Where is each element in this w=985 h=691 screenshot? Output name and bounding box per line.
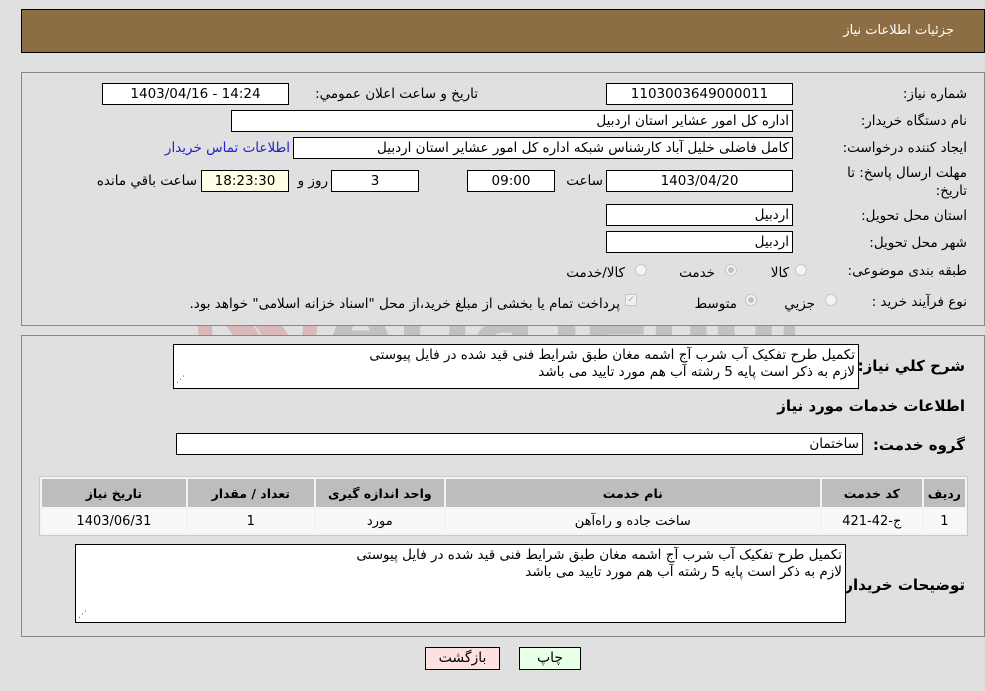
treasury-checkbox[interactable]: ✓ bbox=[625, 294, 637, 306]
process-label: نوع فرآیند خرید : bbox=[871, 294, 967, 310]
category-radio-goods-service[interactable] bbox=[635, 264, 647, 276]
remaining-label: ساعت باقي مانده bbox=[96, 173, 197, 189]
announce-field: 1403/04/16 - 14:24 bbox=[102, 83, 289, 105]
cell-quantity: 1 bbox=[187, 509, 314, 533]
services-table: رديف کد خدمت نام خدمت واحد اندازه گیری ت… bbox=[39, 476, 968, 536]
province-label: استان محل تحویل: bbox=[861, 208, 967, 224]
col-service-code: کد خدمت bbox=[821, 479, 922, 507]
col-quantity: تعداد / مقدار bbox=[187, 479, 314, 507]
services-section-title: اطلاعات خدمات مورد نياز bbox=[777, 397, 965, 415]
service-group-label: گروه خدمت: bbox=[872, 436, 965, 454]
back-button[interactable]: بازگشت bbox=[425, 647, 500, 670]
buyer-org-label: نام دستگاه خریدار: bbox=[860, 113, 967, 129]
deadline-time-label: ساعت bbox=[566, 173, 603, 189]
deadline-time-field: 09:00 bbox=[467, 170, 555, 192]
need-number-label: شماره نیاز: bbox=[902, 86, 967, 102]
description-textarea[interactable]: تکمیل طرح تفکیک آب شرب آج اشمه مغان طبق … bbox=[173, 344, 859, 389]
province-field: اردبیل bbox=[606, 204, 793, 226]
city-label: شهر محل تحویل: bbox=[869, 235, 967, 251]
col-unit: واحد اندازه گیری bbox=[315, 479, 444, 507]
buyer-contact-link[interactable]: اطلاعات تماس خریدار bbox=[157, 140, 290, 156]
table-header-row: رديف کد خدمت نام خدمت واحد اندازه گیری ت… bbox=[42, 479, 965, 507]
table-row: 1 ج-42-421 ساخت جاده و راه‌آهن مورد 1 14… bbox=[42, 509, 965, 533]
deadline-label-line2: تاریخ: bbox=[935, 183, 967, 199]
remaining-time-field: 18:23:30 bbox=[201, 170, 289, 192]
need-number-field: 1103003649000011 bbox=[606, 83, 793, 105]
days-label: روز و bbox=[297, 173, 328, 189]
col-row-number: رديف bbox=[923, 479, 965, 507]
buyer-notes-label: توضيحات خريدار: bbox=[838, 576, 965, 594]
cell-unit: مورد bbox=[315, 509, 444, 533]
cell-service-code: ج-42-421 bbox=[821, 509, 922, 533]
deadline-date-field: 1403/04/20 bbox=[606, 170, 793, 192]
creator-field: کامل فاضلی خلیل آباد کارشناس شبکه اداره … bbox=[293, 137, 793, 159]
cell-row-number: 1 bbox=[923, 509, 965, 533]
treasury-note: پرداخت تمام یا بخشی از مبلغ خرید،از محل … bbox=[189, 296, 620, 312]
page-title: جزئيات اطلاعات نياز bbox=[843, 23, 954, 38]
service-group-field: ساختمان bbox=[176, 433, 863, 455]
col-service-name: نام خدمت bbox=[445, 479, 820, 507]
buyer-notes-textarea[interactable]: تکمیل طرح تفکیک آب شرب آج اشمه مغان طبق … bbox=[75, 544, 846, 623]
category-label: طبقه بندی موضوعی: bbox=[847, 263, 967, 279]
page-header: جزئيات اطلاعات نياز bbox=[21, 9, 985, 53]
cell-need-date: 1403/06/31 bbox=[42, 509, 186, 533]
process-option-medium: متوسط bbox=[694, 296, 737, 312]
deadline-label: مهلت ارسال پاسخ: تا تاریخ: bbox=[847, 164, 967, 200]
deadline-label-line1: مهلت ارسال پاسخ: تا bbox=[847, 165, 967, 181]
category-radio-goods[interactable] bbox=[795, 264, 807, 276]
services-table-wrap: رديف کد خدمت نام خدمت واحد اندازه گیری ت… bbox=[39, 476, 968, 536]
buyer-org-field: اداره کل امور عشایر استان اردبیل bbox=[231, 110, 793, 132]
description-label: شرح كلي نياز: bbox=[857, 357, 965, 375]
creator-label: ایجاد کننده درخواست: bbox=[842, 140, 967, 156]
category-option-goods: کالا bbox=[770, 265, 789, 281]
resize-grip-icon[interactable]: ⋰ bbox=[176, 375, 186, 385]
col-need-date: تاریخ نیاز bbox=[42, 479, 186, 507]
process-radio-medium[interactable] bbox=[745, 294, 757, 306]
category-option-goods-service: کالا/خدمت bbox=[566, 265, 625, 281]
process-radio-minor[interactable] bbox=[825, 294, 837, 306]
resize-grip-icon[interactable]: ⋰ bbox=[78, 610, 88, 620]
print-button[interactable]: چاپ bbox=[519, 647, 581, 670]
announce-label: تاريخ و ساعت اعلان عمومي: bbox=[315, 86, 478, 102]
category-radio-service[interactable] bbox=[725, 264, 737, 276]
category-option-service: خدمت bbox=[679, 265, 715, 281]
process-option-minor: جزيي bbox=[784, 296, 815, 312]
city-field: اردبیل bbox=[606, 231, 793, 253]
cell-service-name: ساخت جاده و راه‌آهن bbox=[445, 509, 820, 533]
days-field: 3 bbox=[331, 170, 419, 192]
